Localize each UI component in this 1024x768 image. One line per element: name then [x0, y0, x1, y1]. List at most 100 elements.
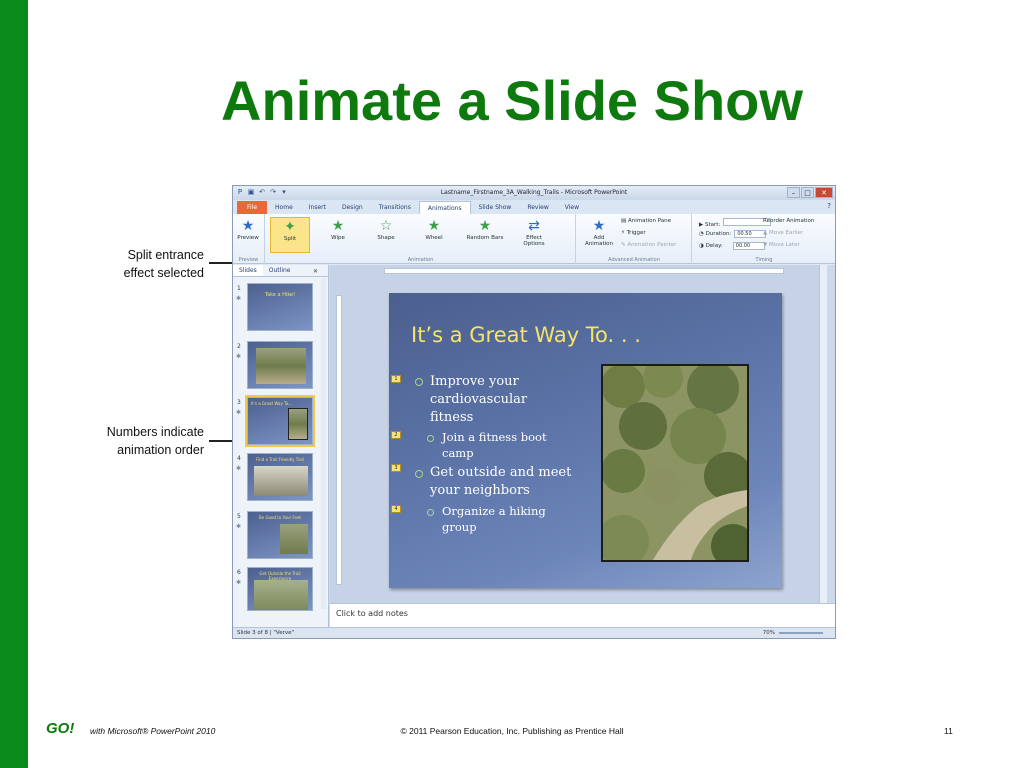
slide-thumbnail-5[interactable]: Be Good to Your Feet [247, 511, 313, 559]
thumb-photo-2 [256, 348, 306, 384]
thumb-number-2: 2 [237, 343, 241, 350]
duration-input[interactable]: 00.50 [734, 230, 767, 238]
add-animation-icon: ★ [592, 218, 606, 234]
tab-file[interactable]: File [237, 201, 268, 214]
group-preview: ★ Preview Preview [233, 214, 265, 264]
bullet-1[interactable]: Improve your cardiovascular fitness [430, 373, 548, 427]
tab-home[interactable]: Home [267, 201, 301, 214]
delay-input[interactable]: 00.00 [732, 242, 765, 250]
zoom-level[interactable]: 70% [763, 630, 775, 636]
thumb-title-4: Find a Trail Friendly Trail [256, 457, 304, 462]
animation-star-icon: ✱ [236, 523, 242, 530]
powerpoint-window: P ▣ ↶ ↷ ▾ Lastname_Firstname_3A_Walking_… [232, 185, 836, 639]
effect-wipe-label: Wipe [331, 235, 345, 241]
tab-slides[interactable]: Slides [233, 265, 263, 276]
animation-order-tag-2[interactable]: 2 [391, 431, 401, 439]
tab-outline[interactable]: Outline [263, 265, 297, 276]
effect-options-button[interactable]: ⇄ Effect Options [516, 217, 552, 253]
animation-order-tag-3[interactable]: 3 [391, 464, 401, 472]
vertical-scrollbar[interactable] [819, 265, 827, 603]
thumb-title-3: It's a Great Way To... [251, 401, 293, 406]
start-label: Start: [704, 222, 721, 228]
status-bar: Slide 3 of 8 | "Verve" 70% [233, 627, 835, 638]
tab-animations[interactable]: Animations [418, 201, 471, 214]
bullet-icon [415, 470, 423, 478]
thumb-number-1: 1 [237, 285, 241, 292]
thumb-title-5: Be Good to Your Feet [259, 515, 301, 520]
group-label-timing: Timing [755, 257, 773, 263]
split-effect-icon: ✦ [284, 219, 296, 235]
tab-insert[interactable]: Insert [301, 201, 334, 214]
bullet-3[interactable]: Get outside and meet your neighbors [430, 464, 590, 500]
notes-placeholder: Click to add notes [336, 609, 408, 618]
add-animation-label: Add Animation [584, 235, 614, 247]
slide-thumbnail-1[interactable]: Take a Hike! [247, 283, 313, 331]
animation-star-icon: ✱ [236, 353, 242, 360]
effect-wheel[interactable]: ★ Wheel [414, 217, 454, 253]
slide-edit-area: It’s a Great Way To. . . 1 Improve your … [330, 265, 827, 603]
slide-thumbnail-4[interactable]: Find a Trail Friendly Trail [247, 453, 313, 501]
maximize-button[interactable]: □ [801, 187, 814, 198]
effect-random-bars[interactable]: ★ Random Bars [462, 217, 508, 253]
group-label-animation: Animation [407, 257, 434, 263]
duration-row: ◔ Duration: 00.50 [699, 230, 767, 238]
slide-heading[interactable]: It’s a Great Way To. . . [411, 323, 641, 347]
callout-split: Split entrance effect selected [104, 246, 204, 282]
tab-view[interactable]: View [557, 201, 587, 214]
notes-pane[interactable]: Click to add notes [330, 603, 835, 628]
callout-numbers-text: Numbers indicate animation order [106, 425, 204, 457]
tab-design[interactable]: Design [334, 201, 371, 214]
move-later-button[interactable]: ▼ Move Later [763, 242, 800, 248]
trigger-label: Trigger [626, 230, 646, 236]
ribbon-tabs: File Home Insert Design Transitions Anim… [233, 200, 835, 214]
effect-split[interactable]: ✦ Split [270, 217, 310, 253]
page-title: Animate a Slide Show [221, 69, 803, 132]
trigger-button[interactable]: ⚡ Trigger [621, 230, 646, 236]
wipe-effect-icon: ★ [331, 218, 345, 234]
trail-photo[interactable] [601, 364, 749, 562]
preview-button[interactable]: ★ Preview [233, 217, 263, 253]
effect-shape[interactable]: ☆ Shape [366, 217, 406, 253]
animation-painter-button[interactable]: ✎ Animation Painter [621, 242, 676, 248]
slide-thumbnail-6[interactable]: Get Outside the Trail Experience [247, 567, 313, 611]
animation-pane-button[interactable]: ▤ Animation Pane [621, 218, 671, 224]
effect-options-label: Effect Options [523, 235, 545, 247]
random-bars-effect-icon: ★ [478, 218, 492, 234]
slide-count: Slide 3 of 8 [237, 630, 268, 636]
slides-pane-scrollbar[interactable] [321, 279, 326, 609]
zoom-slider[interactable] [779, 632, 823, 634]
effect-wipe[interactable]: ★ Wipe [318, 217, 358, 253]
start-row[interactable]: ▶ Start: [699, 218, 772, 228]
bullet-icon [427, 509, 434, 516]
thumb-number-5: 5 [237, 513, 241, 520]
tab-review[interactable]: Review [519, 201, 556, 214]
status-slide-info: Slide 3 of 8 | "Verve" [237, 630, 295, 636]
thumb-number-4: 4 [237, 455, 241, 462]
effect-options-icon: ⇄ [528, 218, 540, 234]
animation-order-tag-1[interactable]: 1 [391, 375, 401, 383]
title-bar: P ▣ ↶ ↷ ▾ Lastname_Firstname_3A_Walking_… [233, 186, 835, 200]
group-label-advanced: Advanced Animation [608, 257, 660, 263]
bullet-icon [415, 378, 423, 386]
bullet-4[interactable]: Organize a hiking group [442, 503, 562, 535]
minimize-button[interactable]: – [787, 187, 800, 198]
add-animation-button[interactable]: ★ Add Animation [579, 217, 619, 253]
help-icon[interactable]: ? [827, 202, 831, 210]
tab-transitions[interactable]: Transitions [371, 201, 419, 214]
slide-canvas[interactable]: It’s a Great Way To. . . 1 Improve your … [389, 293, 782, 588]
bullet-2[interactable]: Join a fitness boot camp [442, 429, 562, 461]
pane-close-icon[interactable]: ✕ [307, 266, 324, 277]
group-label-preview: Preview [238, 257, 259, 263]
duration-label: Duration: [705, 231, 732, 237]
animation-star-icon: ✱ [236, 295, 242, 302]
effect-shape-label: Shape [377, 235, 395, 241]
tab-slide-show[interactable]: Slide Show [471, 201, 520, 214]
close-button[interactable]: ✕ [815, 187, 833, 198]
thumb-title-1: Take a Hike! [264, 292, 296, 298]
callout-split-text: Split entrance effect selected [123, 248, 204, 280]
animation-pane-icon: ▤ [621, 218, 628, 224]
animation-order-tag-4[interactable]: 4 [391, 505, 401, 513]
slide-thumbnail-3[interactable]: It's a Great Way To... [245, 395, 315, 447]
slide-thumbnail-2[interactable] [247, 341, 313, 389]
move-earlier-button[interactable]: ▲ Move Earlier [763, 230, 803, 236]
